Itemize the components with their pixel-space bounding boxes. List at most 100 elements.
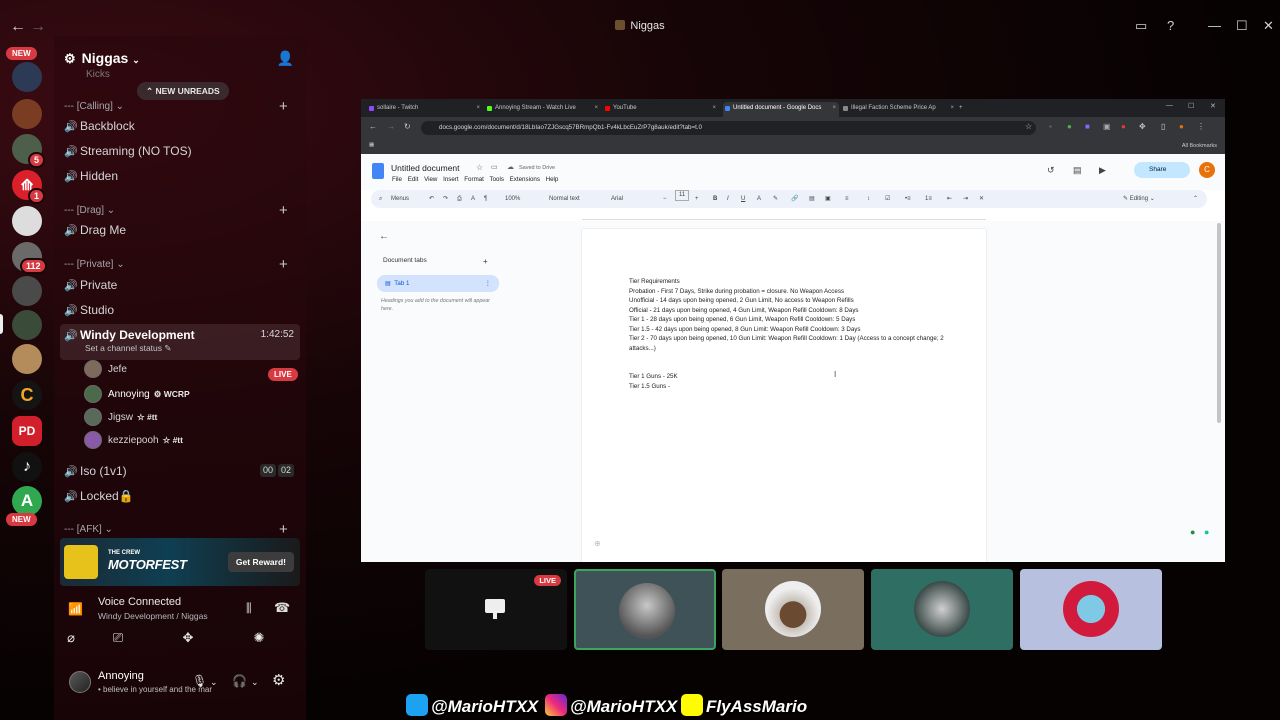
server-icon[interactable] — [12, 62, 42, 92]
browser-tab[interactable]: sollaire - Twitch × — [367, 102, 483, 117]
voice-user[interactable]: Jefe — [84, 360, 127, 380]
screen-share-icon[interactable]: ▭ — [1135, 18, 1147, 34]
clear-format-icon[interactable]: ✕ — [979, 190, 984, 208]
scrollbar[interactable] — [1217, 223, 1221, 423]
doc-line[interactable]: Tier 1 - 28 days upon being opened, 6 Gu… — [629, 315, 969, 325]
microphone-icon[interactable]: 🎙 — [192, 674, 207, 688]
browser-tab-active[interactable]: Untitled document - Google Docs × — [723, 102, 839, 117]
server-icon[interactable] — [12, 344, 42, 374]
channel-private[interactable]: 🔊 Private — [64, 274, 300, 296]
voice-user[interactable]: Annoying ⚙ WCRP — [84, 384, 190, 404]
minimize-icon[interactable]: — — [1208, 18, 1221, 33]
channel-studio[interactable]: 🔊 Studio — [64, 299, 300, 321]
bold-icon[interactable]: B — [713, 190, 717, 208]
new-unreads-button[interactable]: ⌃ NEW UNREADS — [137, 82, 229, 100]
set-channel-status[interactable]: Set a channel status ✎ — [85, 343, 172, 354]
extension-icon[interactable]: ● — [1121, 122, 1126, 131]
voice-status[interactable]: Voice Connected — [98, 596, 181, 608]
server-icon[interactable]: ♪ — [12, 452, 42, 482]
highlight-icon[interactable]: ✎ — [773, 190, 778, 208]
new-pill[interactable]: NEW — [6, 47, 37, 60]
doc-line[interactable]: Tier 1 Guns - 25K — [629, 372, 969, 382]
reload-icon[interactable]: ↻ — [404, 122, 411, 131]
activities-icon[interactable]: ✥ — [163, 630, 213, 646]
add-channel-icon[interactable]: + — [279, 256, 288, 273]
browser-tab[interactable]: YouTube × — [603, 102, 719, 117]
docs-logo-icon[interactable] — [372, 163, 384, 179]
doc-line[interactable] — [629, 353, 969, 363]
server-icon[interactable]: PD — [12, 416, 42, 446]
print-icon[interactable]: ⎙ — [457, 190, 462, 208]
comments-icon[interactable]: ▤ — [1073, 165, 1082, 176]
channel-drag-me[interactable]: 🔊 Drag Me — [64, 219, 300, 241]
participant-tile-speaking[interactable] — [574, 569, 716, 650]
voice-user[interactable]: kezziepooh ☆ #tt — [84, 430, 183, 450]
help-icon[interactable]: ? — [1167, 18, 1174, 33]
channel-backblock[interactable]: 🔊 Backblock — [64, 115, 300, 137]
channel-windy-development[interactable]: 🔊 Windy Development 1:42:52 — [60, 324, 300, 360]
profile-icon[interactable]: ● — [1179, 122, 1184, 131]
extension-icon[interactable]: ■ — [1085, 122, 1090, 131]
doc-line[interactable]: Tier 1.5 - 42 days upon being opened, 8 … — [629, 325, 969, 335]
settings-gear-icon[interactable]: ⚙ — [272, 671, 285, 689]
disconnect-icon[interactable]: ☎ — [274, 600, 290, 616]
font-size-decrease[interactable]: − — [663, 190, 667, 208]
invite-user-icon[interactable]: 👤 — [277, 50, 294, 67]
maximize-icon[interactable]: ☐ — [1188, 102, 1194, 110]
explore-icon[interactable]: ⊕ — [594, 539, 601, 548]
share-screen-icon[interactable]: ⎚ — [93, 630, 143, 646]
doc-line[interactable]: Probation - First 7 Days, Strike during … — [629, 287, 969, 297]
address-bar[interactable]: docs.google.com/document/d/18LbIao7ZJGsc… — [421, 121, 1036, 135]
grammarly-icon[interactable]: ● — [1190, 527, 1195, 537]
add-channel-icon[interactable]: + — [279, 202, 288, 219]
browser-tab[interactable]: Annoying Stream - Watch Live × — [485, 102, 601, 117]
italic-icon[interactable]: I — [727, 190, 729, 208]
document-page[interactable]: Tier Requirements Probation - First 7 Day… — [582, 229, 986, 562]
link-icon[interactable]: 🔗 — [791, 190, 798, 208]
close-outline-arrow-icon[interactable]: ← — [379, 231, 389, 242]
close-icon[interactable]: ✕ — [1263, 18, 1274, 34]
server-name[interactable]: ⚙ Niggas ⌄ — [64, 50, 140, 67]
docs-menubar[interactable]: File Edit View Insert Format Tools Exten… — [392, 176, 558, 183]
extension-icon[interactable]: ▪ — [1049, 122, 1052, 131]
doc-line[interactable]: Tier 1.5 Guns - — [629, 382, 969, 392]
participant-tile[interactable] — [871, 569, 1013, 650]
doc-tab-1[interactable]: ▤ Tab 1 ⋮ — [377, 275, 499, 292]
close-tab-icon[interactable]: × — [832, 102, 836, 115]
document-body[interactable]: Tier Requirements Probation - First 7 Day… — [629, 277, 969, 391]
get-reward-button[interactable]: Get Reward! — [227, 552, 294, 572]
close-icon[interactable]: ✕ — [1210, 102, 1216, 110]
checklist-icon[interactable]: ☑ — [885, 190, 890, 208]
back-icon[interactable]: ← — [369, 122, 377, 131]
shared-screen[interactable]: sollaire - Twitch × Annoying Stream - Wat… — [361, 99, 1225, 562]
bullet-list-icon[interactable]: •≡ — [905, 190, 911, 208]
voice-channel[interactable]: Windy Development / Niggas — [98, 611, 208, 621]
avatar[interactable] — [69, 671, 91, 693]
image-icon[interactable]: ▣ — [825, 190, 831, 208]
close-tab-icon[interactable]: × — [594, 102, 598, 115]
server-icon[interactable] — [12, 276, 42, 306]
spellcheck-icon[interactable]: A — [471, 190, 475, 208]
doc-line[interactable] — [629, 363, 969, 373]
chevron-down-icon[interactable]: ⌄ — [210, 677, 218, 688]
underline-icon[interactable]: U — [741, 190, 745, 208]
kebab-icon[interactable]: ⋮ — [485, 275, 491, 292]
soundboard-icon[interactable]: ✺ — [234, 630, 284, 646]
star-icon[interactable]: ☆ — [476, 163, 483, 172]
doc-line[interactable]: Official - 21 days upon being opened, 4 … — [629, 306, 969, 316]
new-pill[interactable]: NEW — [6, 513, 37, 526]
my-username[interactable]: Annoying — [98, 670, 144, 682]
category-private[interactable]: --- [Private] ⌄ + — [64, 256, 288, 273]
share-button[interactable]: Share — [1134, 162, 1190, 178]
history-icon[interactable]: ↺ — [1047, 165, 1055, 176]
category-drag[interactable]: --- [Drag] ⌄ + — [64, 202, 288, 219]
bookmark-star-icon[interactable]: ☆ — [1025, 122, 1032, 131]
account-avatar[interactable]: C — [1199, 162, 1215, 178]
menu-kebab-icon[interactable]: ⋮ — [1197, 122, 1205, 131]
doc-line[interactable]: Unofficial - 14 days upon being opened, … — [629, 296, 969, 306]
server-icon-active[interactable] — [12, 310, 42, 340]
redo-icon[interactable]: ↷ — [443, 190, 448, 208]
voice-user[interactable]: Jigsw ☆ #tt — [84, 407, 157, 427]
camera-off-icon[interactable]: ⌀ — [46, 630, 96, 646]
menus-button[interactable]: Menus — [391, 190, 409, 208]
